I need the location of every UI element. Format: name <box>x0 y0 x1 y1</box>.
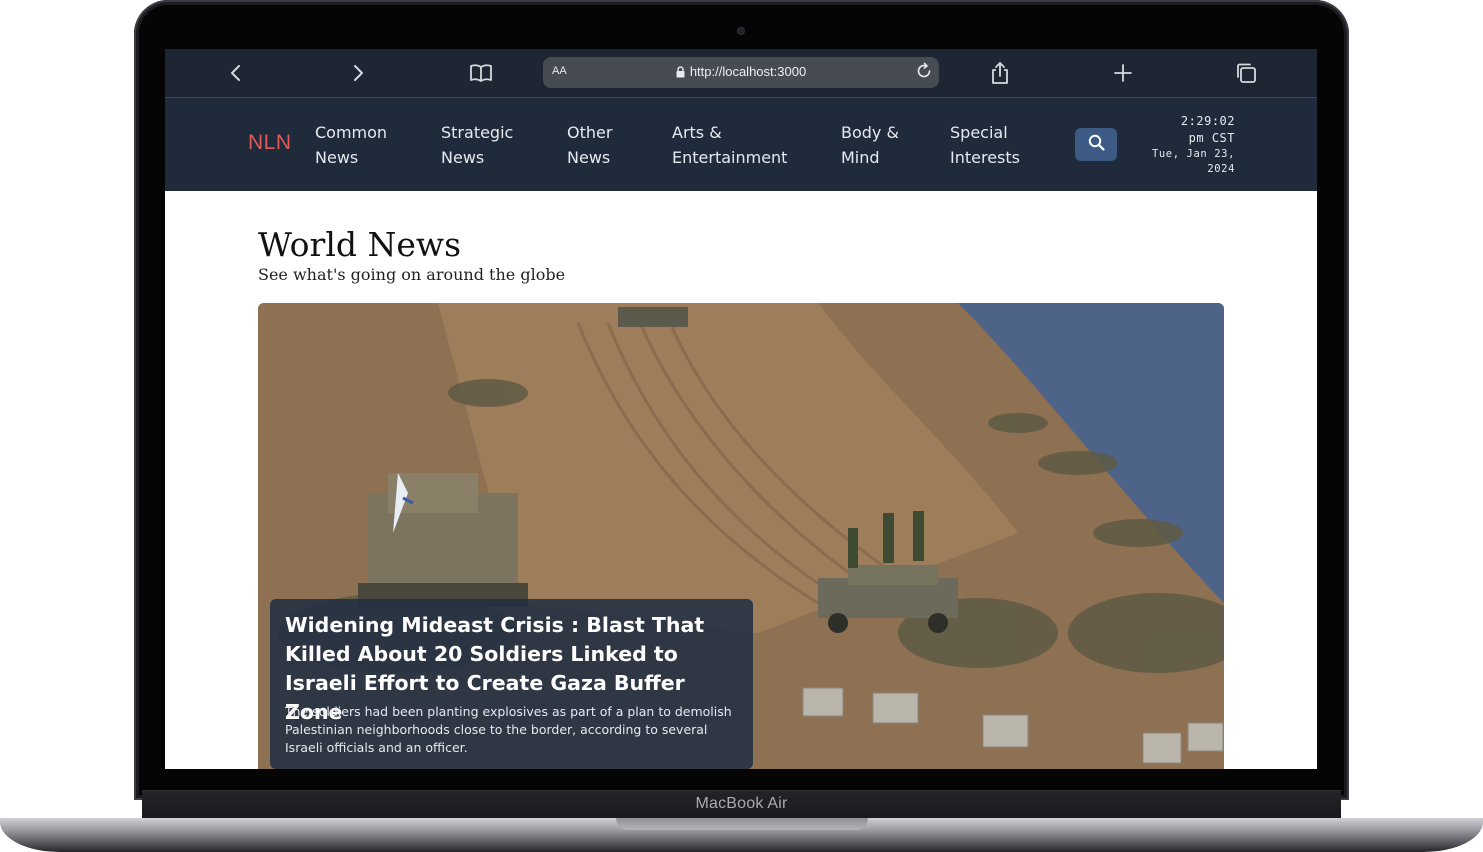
featured-article-card[interactable]: Widening Mideast Crisis : Blast That Kil… <box>258 303 1224 769</box>
browser-toolbar: AA http://localhost:3000 <box>165 49 1317 98</box>
clock-time: 2:29:02 pm CST <box>1180 114 1235 145</box>
url-text: http://localhost:3000 <box>689 64 807 79</box>
device-label: MacBook Air <box>695 795 788 812</box>
nav-arts-entertainment[interactable]: Arts & Entertainment <box>672 120 787 170</box>
search-icon <box>1088 134 1105 155</box>
address-bar[interactable]: AA http://localhost:3000 <box>543 57 939 88</box>
nav-other-news[interactable]: Other News <box>567 120 612 170</box>
laptop-notch <box>616 818 868 830</box>
nav-body-mind[interactable]: Body & Mind <box>841 120 899 170</box>
clock: 2:29:02 pm CST Tue, Jan 23, 2024 <box>1147 113 1235 177</box>
page-subtitle: See what's going on around the globe <box>258 265 566 284</box>
camera-icon <box>737 27 745 35</box>
featured-article-caption: Widening Mideast Crisis : Blast That Kil… <box>270 599 753 769</box>
forward-icon[interactable] <box>346 61 370 85</box>
search-button[interactable] <box>1075 128 1117 161</box>
lock-icon <box>676 66 685 81</box>
new-tab-icon[interactable] <box>1111 61 1135 85</box>
site-header: NLN Common News Strategic News Other New… <box>165 98 1317 191</box>
page-title: World News <box>258 225 462 264</box>
site-logo[interactable]: NLN <box>248 131 292 155</box>
reload-icon[interactable] <box>915 62 933 84</box>
clock-date: Tue, Jan 23, 2024 <box>1151 148 1235 175</box>
featured-article-summary: The soldiers had been planting explosive… <box>285 704 732 755</box>
nav-strategic-news[interactable]: Strategic News <box>441 120 513 170</box>
tabs-overview-icon[interactable] <box>1234 61 1258 85</box>
bookmarks-icon[interactable] <box>469 61 493 85</box>
browser-screen: AA http://localhost:3000 NLN Common News… <box>165 49 1317 769</box>
share-icon[interactable] <box>988 61 1012 85</box>
nav-common-news[interactable]: Common News <box>315 120 387 170</box>
back-icon[interactable] <box>224 61 248 85</box>
nav-special-interests[interactable]: Special Interests <box>950 120 1020 170</box>
